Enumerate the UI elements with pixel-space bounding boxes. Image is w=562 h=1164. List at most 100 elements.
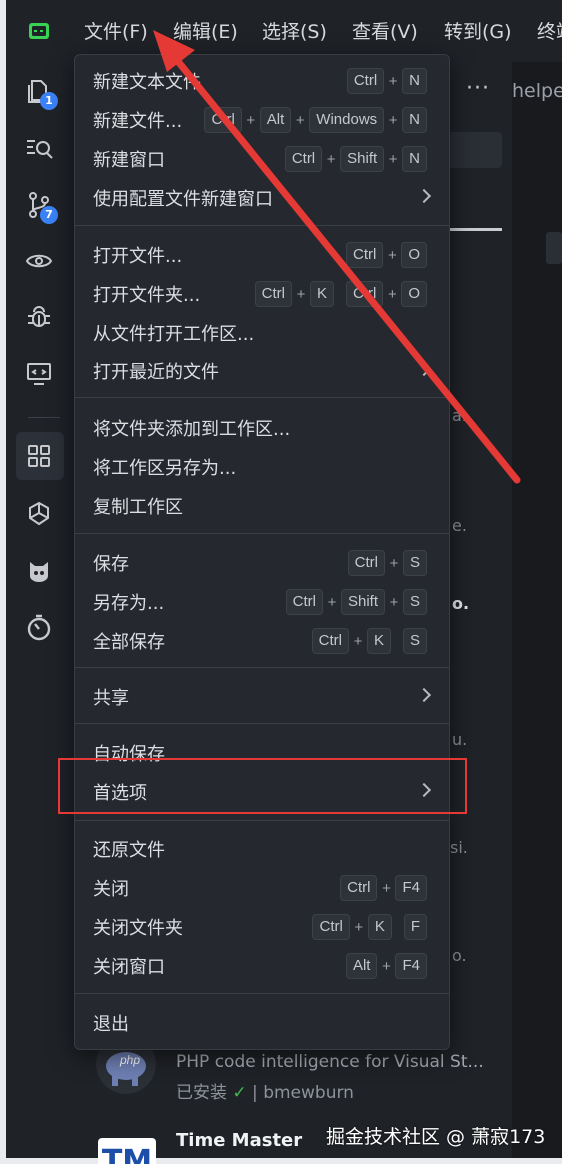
editor-area	[512, 62, 562, 1158]
menu-item-label: 复制工作区	[93, 497, 183, 518]
ext-list-fragment: a.	[452, 406, 467, 425]
shortcut-keys: Ctrl + F4	[340, 875, 427, 901]
extensions-grid-icon[interactable]	[24, 441, 54, 471]
source-control-icon[interactable]: 7	[24, 190, 58, 224]
menu-item-label: 退出	[93, 1014, 129, 1035]
kbd-key: S	[402, 550, 427, 576]
menu-edit[interactable]: 编辑(E)	[173, 17, 238, 44]
ext-list-fragment: e.	[452, 516, 467, 535]
menu-item-open-recent[interactable]: 打开最近的文件	[75, 352, 449, 390]
window-frame-bottom	[0, 1158, 562, 1164]
kbd-key: N	[402, 68, 427, 94]
editor-scroll-indicator	[546, 232, 562, 264]
menu-separator	[75, 533, 449, 534]
menu-item-label: 打开文件夹...	[93, 285, 201, 306]
source-control-badge: 7	[40, 206, 58, 224]
installed-check-icon: ✓	[232, 1083, 247, 1103]
menu-item-open-file[interactable]: 打开文件... Ctrl + O	[75, 236, 449, 274]
kbd-key: K	[309, 281, 334, 307]
kbd-key: N	[402, 146, 427, 172]
menu-item-save-all[interactable]: 全部保存 Ctrl + K S	[75, 622, 449, 660]
kbd-key: O	[401, 242, 427, 268]
menu-separator	[75, 820, 449, 821]
activity-bar: 1 7	[6, 62, 72, 1158]
menu-go[interactable]: 转到(G)	[444, 17, 512, 44]
mascot-icon[interactable]	[24, 556, 54, 586]
shortcut-keys: Ctrl + O	[346, 242, 427, 268]
kbd-key: O	[401, 281, 427, 307]
debug-bug-icon[interactable]	[24, 302, 54, 332]
menu-item-open-workspace-from-file[interactable]: 从文件打开工作区...	[75, 314, 449, 352]
menu-item-label: 另存为...	[93, 593, 165, 614]
kbd-key: Ctrl	[340, 875, 378, 901]
ext-list-fragment: si.	[450, 838, 468, 857]
submenu-chevron-icon	[416, 361, 432, 377]
kbd-key: Ctrl	[204, 107, 242, 133]
shortcut-keys: Ctrl + S	[347, 550, 427, 576]
eye-icon[interactable]	[24, 246, 54, 276]
menu-selection[interactable]: 选择(S)	[262, 17, 327, 44]
menu-item-share[interactable]: 共享	[75, 678, 449, 716]
menu-item-label: 关闭窗口	[93, 957, 165, 978]
menu-item-exit[interactable]: 退出	[75, 1004, 449, 1042]
menu-item-label: 新建窗口	[93, 150, 165, 171]
menu-file[interactable]: 文件(F)	[84, 17, 148, 44]
shortcut-keys: Ctrl + K F	[312, 914, 427, 940]
menu-item-new-file[interactable]: 新建文件... Ctrl + Alt + Windows + N	[75, 101, 449, 139]
menu-item-new-text-file[interactable]: 新建文本文件 Ctrl + N	[75, 62, 449, 100]
kbd-key: Ctrl	[285, 589, 323, 615]
shortcut-keys: Ctrl + Shift + N	[284, 146, 427, 172]
more-actions-button[interactable]: ···	[466, 76, 490, 101]
menu-item-revert-file[interactable]: 还原文件	[75, 830, 449, 868]
submenu-chevron-icon	[416, 188, 432, 204]
submenu-chevron-icon	[416, 687, 432, 703]
menu-item-label: 关闭文件夹	[93, 918, 183, 939]
pinwheel-icon[interactable]	[24, 499, 54, 529]
kbd-key: Ctrl	[311, 628, 349, 654]
menu-item-open-folder[interactable]: 打开文件夹... Ctrl + K Ctrl + O	[75, 275, 449, 313]
extension-description: PHP code intelligence for Visual St...	[176, 1052, 484, 1072]
menu-item-label: 从文件打开工作区...	[93, 324, 255, 345]
menu-item-save-workspace-as[interactable]: 将工作区另存为...	[75, 448, 449, 486]
menu-item-close-folder[interactable]: 关闭文件夹 Ctrl + K F	[75, 908, 449, 946]
file-menu-dropdown: 新建文本文件 Ctrl + N 新建文件... Ctrl + Alt + Windows + N…	[74, 54, 450, 1050]
menu-item-label: 还原文件	[93, 840, 165, 861]
menu-item-label: 新建文件...	[93, 111, 183, 132]
menu-item-close-window[interactable]: 关闭窗口 Alt + F4	[75, 947, 449, 985]
ext-list-fragment: u.	[452, 730, 468, 749]
kbd-key: Ctrl	[254, 281, 292, 307]
remote-monitor-icon[interactable]	[24, 359, 54, 389]
menu-item-add-folder-to-workspace[interactable]: 将文件夹添加到工作区...	[75, 409, 449, 447]
menu-item-label: 将工作区另存为...	[93, 458, 237, 479]
extension-title[interactable]: Time Master	[176, 1130, 302, 1151]
kbd-key: Shift	[340, 146, 385, 172]
menu-item-duplicate-workspace[interactable]: 复制工作区	[75, 487, 449, 525]
menu-item-label: 打开最近的文件	[93, 362, 219, 383]
explorer-icon[interactable]: 1	[24, 76, 58, 110]
menu-item-new-window-with-profile[interactable]: 使用配置文件新建窗口	[75, 179, 449, 217]
menu-item-close[interactable]: 关闭 Ctrl + F4	[75, 869, 449, 907]
timer-icon[interactable]	[24, 613, 54, 643]
menu-item-save[interactable]: 保存 Ctrl + S	[75, 544, 449, 582]
search-icon[interactable]	[24, 133, 54, 163]
kbd-key: Shift	[340, 589, 385, 615]
shortcut-keys: Ctrl + Shift + S	[285, 589, 427, 615]
menu-item-label: 保存	[93, 554, 129, 575]
installed-label: 已安装	[176, 1083, 227, 1103]
menu-item-save-as[interactable]: 另存为... Ctrl + Shift + S	[75, 583, 449, 621]
menu-separator	[75, 225, 449, 226]
kbd-key: Ctrl	[347, 550, 385, 576]
terminal-app-logo-icon	[29, 23, 49, 39]
kbd-key: S	[402, 628, 427, 654]
menu-terminal[interactable]: 终端	[537, 17, 562, 44]
kbd-key: K	[366, 628, 391, 654]
menu-item-label: 共享	[93, 688, 129, 709]
editor-tab-helper[interactable]: helper	[512, 80, 562, 102]
kbd-key: Alt	[345, 953, 378, 979]
kbd-key: N	[402, 107, 427, 133]
menu-view[interactable]: 查看(V)	[352, 17, 418, 44]
menu-item-new-window[interactable]: 新建窗口 Ctrl + Shift + N	[75, 140, 449, 178]
menu-separator	[75, 397, 449, 398]
menu-separator	[75, 993, 449, 994]
menu-item-label: 关闭	[93, 879, 129, 900]
